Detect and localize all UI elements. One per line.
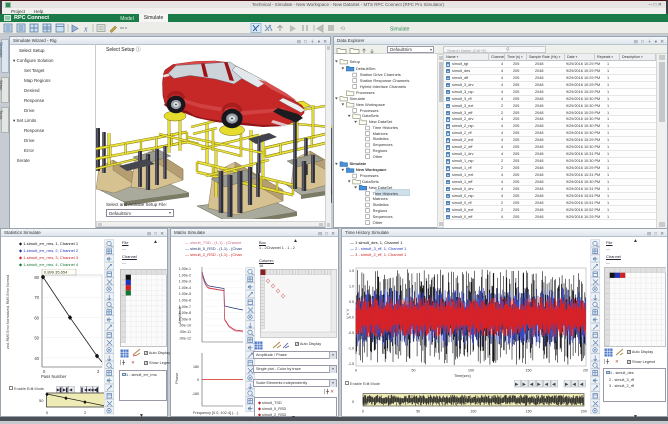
svg-text:1.00e-3: 1.00e-3 [179,280,191,284]
svg-text:1.00e-11: 1.00e-11 [179,330,191,334]
svg-text:1.00e-10: 1.00e-10 [179,324,191,328]
svg-text:-1.0: -1.0 [348,347,354,351]
svg-text:1.00e-8: 1.00e-8 [179,311,191,315]
svg-text:50: 50 [39,398,44,403]
svg-text:0.0: 0.0 [349,316,354,320]
svg-text:150: 150 [526,410,532,414]
svg-text:150: 150 [526,369,532,373]
svg-text:100: 100 [468,369,474,373]
svg-text:1.00e-1: 1.00e-1 [179,267,191,271]
svg-text:2: 2 [97,369,100,374]
svg-text:0: 0 [46,410,49,415]
svg-text:-1.5: -1.5 [348,362,354,366]
svg-text:200: 200 [581,410,587,414]
svg-text:Simulate: Simulate [390,27,410,33]
svg-text:200: 200 [583,369,588,373]
svg-text:0: 0 [362,410,364,414]
svg-text:1.00e-12: 1.00e-12 [179,336,191,340]
svg-text:1.0: 1.0 [349,285,354,289]
svg-text:1.00e-7: 1.00e-7 [179,305,191,309]
svg-text:50: 50 [412,369,416,373]
svg-text:0: 0 [355,369,357,373]
svg-text:60: 60 [34,315,39,320]
svg-text:0: 0 [352,400,354,404]
svg-text:0.5: 0.5 [349,300,354,304]
svg-text:1.5: 1.5 [349,269,354,273]
svg-text:100: 100 [470,410,476,414]
svg-text:0.899 35.654: 0.899 35.654 [44,270,68,275]
svg-text:1.00e-4: 1.00e-4 [179,286,191,290]
svg-text:180: 180 [193,365,199,369]
svg-text:x: x [83,25,88,34]
svg-text:-180: -180 [192,392,199,396]
svg-text:0: 0 [197,378,199,382]
svg-text:1.00e-6: 1.00e-6 [179,299,191,303]
svg-text:50: 50 [34,336,39,341]
svg-text:⟲: ⟲ [340,27,345,33]
svg-text:1.00e-9: 1.00e-9 [179,317,191,321]
svg-text:80: 80 [34,275,39,280]
svg-text:1.00e-2: 1.00e-2 [179,273,191,277]
svg-text:2: 2 [84,410,87,415]
svg-text:40: 40 [34,356,39,361]
svg-text:1.00e-5: 1.00e-5 [179,292,191,296]
svg-text:70: 70 [34,295,39,300]
svg-text:50: 50 [416,410,420,414]
svg-text:-0.5: -0.5 [348,331,354,335]
